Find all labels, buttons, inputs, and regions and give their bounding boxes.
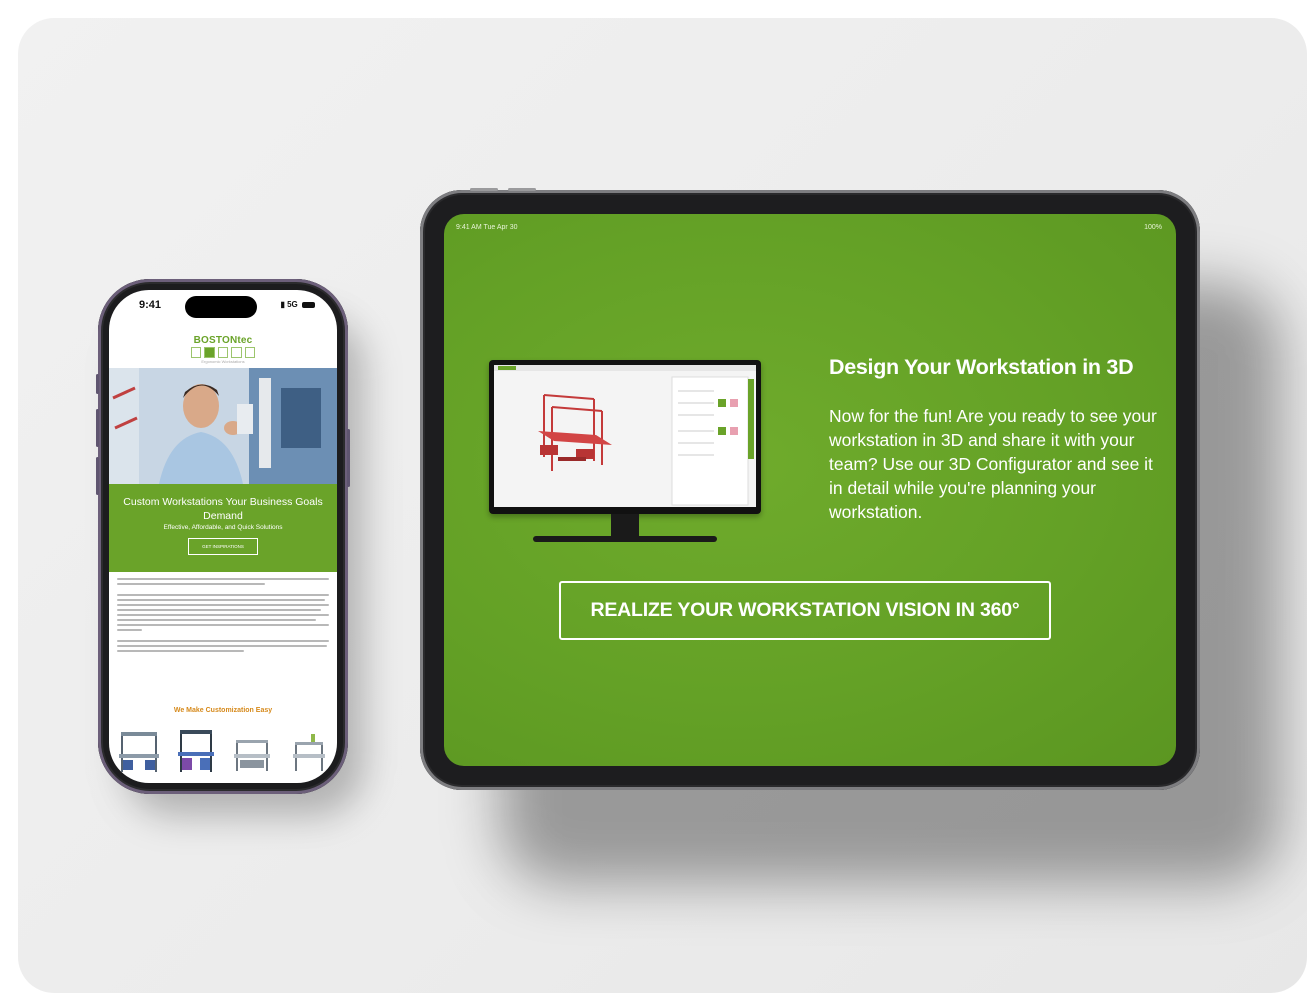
phone-status-bar: 9:41 ▮ 5G	[109, 296, 337, 319]
bostontec-logo[interactable]: BOSTONtec Ergonomic Workstations	[109, 335, 337, 364]
phone-device: 9:41 ▮ 5G BOSTONtec Ergonomic Workstatio…	[96, 279, 350, 794]
tablet-top-button	[508, 188, 536, 191]
hero-subheading: Effective, Affordable, and Quick Solutio…	[163, 524, 283, 531]
realize-vision-button[interactable]: REALIZE YOUR WORKSTATION VISION IN 360°	[559, 581, 1051, 640]
signal-icon: ▮	[280, 300, 285, 309]
customization-heading: We Make Customization Easy	[173, 707, 273, 714]
tablet-status-bar: 9:41 AM Tue Apr 30 100%	[456, 224, 1162, 231]
phone-side-button	[96, 374, 99, 394]
tablet-paragraph: Now for the fun! Are you ready to see yo…	[829, 406, 1157, 522]
tablet-top-button	[470, 188, 498, 191]
tablet-device: 9:41 AM Tue Apr 30 100% Design Your Work…	[420, 188, 1200, 790]
hero-banner: Custom Workstations Your Business Goals …	[109, 484, 337, 572]
phone-side-button	[96, 409, 99, 447]
configurator-monitor-image	[489, 360, 761, 550]
tablet-status-time: 9:41 AM Tue Apr 30	[456, 224, 518, 231]
dynamic-island	[185, 296, 257, 318]
battery-icon	[302, 301, 315, 308]
logo-mark	[190, 347, 256, 358]
phone-status-network: ▮ 5G	[280, 300, 315, 309]
phone-power-button	[347, 429, 350, 487]
workstation-thumbnail[interactable]	[172, 726, 220, 776]
workstation-thumbnail[interactable]	[115, 726, 163, 776]
tablet-status-battery: 100%	[1144, 224, 1162, 231]
phone-side-button	[96, 457, 99, 495]
tablet-heading: Design Your Workstation in 3D	[829, 355, 1134, 379]
intro-text-block	[117, 578, 329, 655]
hero-heading: Custom Workstations Your Business Goals …	[123, 496, 323, 522]
workstation-thumbnail[interactable]	[228, 726, 276, 776]
phone-screen: 9:41 ▮ 5G BOSTONtec Ergonomic Workstatio…	[109, 290, 337, 783]
configurator-screenshot	[494, 365, 756, 507]
get-inspirations-button[interactable]: GET INSPIRATIONS	[188, 538, 258, 555]
hero-photo	[109, 368, 337, 484]
workstation-thumbnails	[115, 726, 333, 776]
workstation-thumbnail[interactable]	[285, 726, 333, 776]
phone-status-time: 9:41	[139, 299, 162, 311]
tablet-screen: 9:41 AM Tue Apr 30 100% Design Your Work…	[444, 214, 1176, 766]
